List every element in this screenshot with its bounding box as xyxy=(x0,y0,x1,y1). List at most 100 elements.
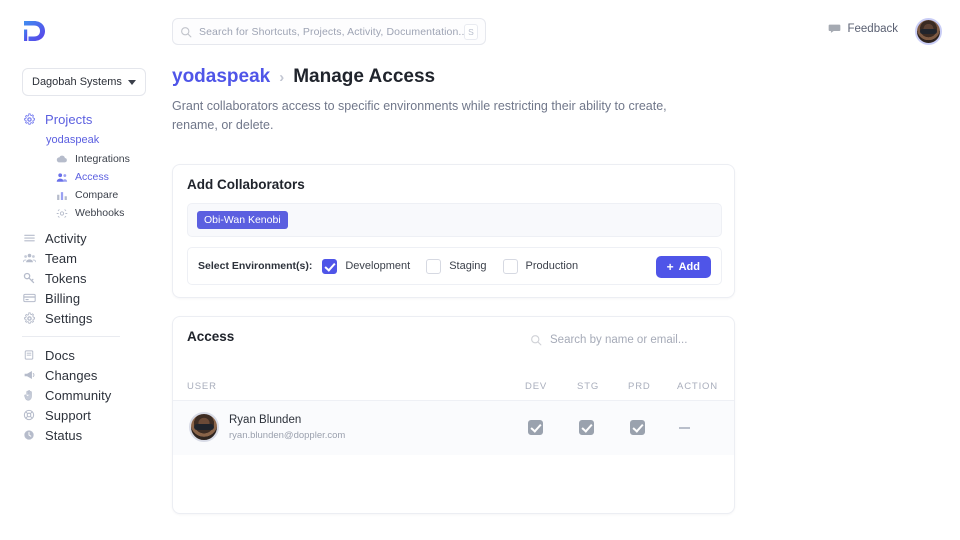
cloud-icon xyxy=(56,153,68,165)
page-subtitle: Grant collaborators access to specific e… xyxy=(172,97,692,136)
main-content: yodaspeak › Manage Access Grant collabor… xyxy=(160,62,960,540)
sidebar: Dagobah Systems Projects yodaspeak Integ… xyxy=(0,62,160,540)
sidebar-subitem-label: Webhooks xyxy=(75,207,124,219)
doppler-logo-icon[interactable] xyxy=(20,18,48,44)
sidebar-item-activity[interactable]: Activity xyxy=(0,228,160,248)
page-title: Manage Access xyxy=(293,66,435,88)
table-row: Ryan Blunden ryan.blunden@doppler.com xyxy=(173,401,734,455)
team-icon xyxy=(22,251,36,265)
access-card: Access Search by name or email... USER D… xyxy=(172,316,735,514)
megaphone-icon xyxy=(22,368,36,382)
row-action-placeholder xyxy=(679,427,690,429)
add-collaborators-title: Add Collaborators xyxy=(187,177,305,192)
sidebar-item-label: Community xyxy=(45,388,111,403)
global-search-input[interactable]: Search for Shortcuts, Projects, Activity… xyxy=(172,18,486,45)
sidebar-item-settings[interactable]: Settings xyxy=(0,308,160,328)
app-root: Search for Shortcuts, Projects, Activity… xyxy=(0,0,960,540)
clock-icon xyxy=(22,428,36,442)
sidebar-item-label: Changes xyxy=(45,368,98,383)
add-collaborators-card: Add Collaborators Obi-Wan Kenobi Select … xyxy=(172,164,735,298)
user-name: Ryan Blunden xyxy=(229,414,301,426)
row-checkbox-dev xyxy=(528,420,543,435)
sidebar-project-yodaspeak[interactable]: yodaspeak xyxy=(0,130,160,150)
book-icon xyxy=(22,348,36,362)
search-icon xyxy=(530,334,542,346)
sidebar-item-team[interactable]: Team xyxy=(0,248,160,268)
sidebar-item-status[interactable]: Status xyxy=(0,425,160,445)
user-avatar[interactable] xyxy=(915,18,942,45)
search-icon xyxy=(180,26,192,38)
row-checkbox-stg xyxy=(579,420,594,435)
checkbox-development[interactable] xyxy=(322,259,337,274)
plus-icon: + xyxy=(667,261,674,273)
org-selector[interactable]: Dagobah Systems xyxy=(22,68,146,96)
sidebar-item-changes[interactable]: Changes xyxy=(0,365,160,385)
collaborator-chip[interactable]: Obi-Wan Kenobi xyxy=(197,211,288,229)
sidebar-item-label: Tokens xyxy=(45,271,87,286)
list-icon xyxy=(22,231,36,245)
sidebar-item-projects[interactable]: Projects xyxy=(0,108,160,130)
lifebuoy-icon xyxy=(22,408,36,422)
sidebar-item-docs[interactable]: Docs xyxy=(0,345,160,365)
sidebar-item-support[interactable]: Support xyxy=(0,405,160,425)
global-search-placeholder: Search for Shortcuts, Projects, Activity… xyxy=(199,26,464,38)
access-table-header: USER DEV STG PRD ACTION xyxy=(173,375,734,401)
env-label-staging: Staging xyxy=(449,260,486,272)
env-checkbox-development[interactable]: Development xyxy=(322,259,410,274)
sidebar-divider xyxy=(22,336,120,337)
sidebar-item-label: Status xyxy=(45,428,82,443)
breadcrumb: yodaspeak › Manage Access xyxy=(172,66,435,88)
sidebar-item-billing[interactable]: Billing xyxy=(0,288,160,308)
collaborators-input[interactable]: Obi-Wan Kenobi xyxy=(187,203,722,237)
sidebar-item-webhooks[interactable]: Webhooks xyxy=(0,204,160,222)
breadcrumb-project-link[interactable]: yodaspeak xyxy=(172,66,270,88)
environment-selector-label: Select Environment(s): xyxy=(198,260,312,272)
column-header-dev: DEV xyxy=(525,381,547,392)
feedback-button[interactable]: Feedback xyxy=(828,22,898,35)
sidebar-item-tokens[interactable]: Tokens xyxy=(0,268,160,288)
column-header-action: ACTION xyxy=(677,381,718,392)
chat-bubble-icon xyxy=(828,22,841,35)
sidebar-item-compare[interactable]: Compare xyxy=(0,186,160,204)
checkbox-staging[interactable] xyxy=(426,259,441,274)
column-header-user: USER xyxy=(187,381,217,392)
row-checkbox-prd xyxy=(630,420,645,435)
access-search-input[interactable]: Search by name or email... xyxy=(530,329,722,351)
add-button-label: Add xyxy=(679,261,700,273)
sidebar-nav: Projects yodaspeak Integrations Access xyxy=(0,108,160,445)
access-title: Access xyxy=(187,329,234,344)
chevron-down-icon xyxy=(128,80,136,85)
feedback-label: Feedback xyxy=(847,23,898,35)
sidebar-subitem-label: Compare xyxy=(75,189,118,201)
sidebar-subitem-label: Access xyxy=(75,171,109,183)
sidebar-item-access[interactable]: Access xyxy=(0,168,160,186)
gear-icon xyxy=(22,112,36,126)
env-checkbox-production[interactable]: Production xyxy=(503,259,579,274)
bar-chart-icon xyxy=(56,189,68,201)
sidebar-item-label: Billing xyxy=(45,291,80,306)
env-label-development: Development xyxy=(345,260,410,272)
avatar xyxy=(189,412,219,442)
credit-card-icon xyxy=(22,291,36,305)
sidebar-subitem-label: Integrations xyxy=(75,153,130,165)
key-icon xyxy=(22,271,36,285)
hand-icon xyxy=(22,388,36,402)
sidebar-item-label: Team xyxy=(45,251,77,266)
people-icon xyxy=(56,171,68,183)
sidebar-item-community[interactable]: Community xyxy=(0,385,160,405)
sidebar-item-label: Projects xyxy=(45,112,92,127)
sidebar-item-label: Support xyxy=(45,408,91,423)
column-header-prd: PRD xyxy=(628,381,651,392)
sidebar-item-label: Settings xyxy=(45,311,93,326)
access-search-placeholder: Search by name or email... xyxy=(550,334,687,346)
webhook-icon xyxy=(56,207,68,219)
add-button[interactable]: + Add xyxy=(656,256,711,278)
search-shortcut-key: S xyxy=(464,24,478,40)
checkbox-production[interactable] xyxy=(503,259,518,274)
sidebar-item-label: Activity xyxy=(45,231,87,246)
top-bar: Search for Shortcuts, Projects, Activity… xyxy=(0,0,960,62)
sidebar-item-integrations[interactable]: Integrations xyxy=(0,150,160,168)
env-checkbox-staging[interactable]: Staging xyxy=(426,259,486,274)
environment-selector-bar: Select Environment(s): Development Stagi… xyxy=(187,247,722,285)
user-email: ryan.blunden@doppler.com xyxy=(229,430,345,441)
